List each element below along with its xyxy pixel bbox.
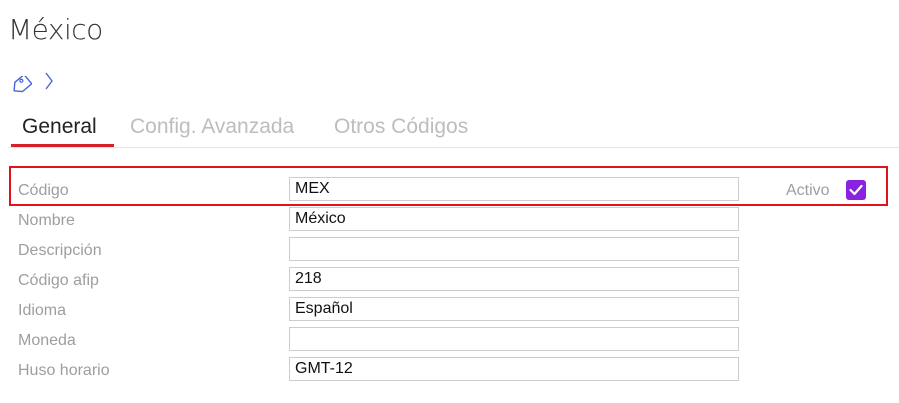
page-title: México [8,13,103,46]
form-row-idioma: Idioma [10,295,890,325]
moneda-label: Moneda [18,332,76,349]
descripcion-input[interactable] [289,237,739,261]
chevron-right-icon[interactable] [44,71,54,91]
tab-bar: General Config. Avanzada Otros Códigos [8,104,899,148]
idioma-label: Idioma [18,302,67,319]
form-row-descripcion: Descripción [10,235,890,265]
tab-otros-codigos[interactable]: Otros Códigos [334,114,468,140]
codigo-label: Código [18,182,69,199]
form-row-moneda: Moneda [10,325,890,355]
huso-horario-label: Huso horario [18,362,110,379]
descripcion-label: Descripción [18,242,102,259]
tab-config-avanzada[interactable]: Config. Avanzada [130,114,294,140]
codigo-afip-label: Código afip [18,272,99,289]
checkmark-icon [849,184,863,196]
huso-horario-input[interactable] [289,357,739,381]
tag-icon[interactable] [10,76,32,94]
form-row-codigo: Código Activo [10,175,890,205]
nombre-input[interactable] [289,207,739,231]
codigo-input[interactable] [289,177,739,201]
idioma-input[interactable] [289,297,739,321]
active-tab-underline [11,144,114,147]
nombre-label: Nombre [18,212,75,229]
moneda-input[interactable] [289,327,739,351]
form-row-nombre: Nombre [10,205,890,235]
tab-general[interactable]: General [22,114,97,140]
activo-label: Activo [786,182,830,199]
breadcrumb [10,70,54,100]
activo-checkbox[interactable] [846,180,866,200]
form-row-codigo-afip: Código afip [10,265,890,295]
codigo-afip-input[interactable] [289,267,739,291]
form-row-huso-horario: Huso horario [10,355,890,385]
